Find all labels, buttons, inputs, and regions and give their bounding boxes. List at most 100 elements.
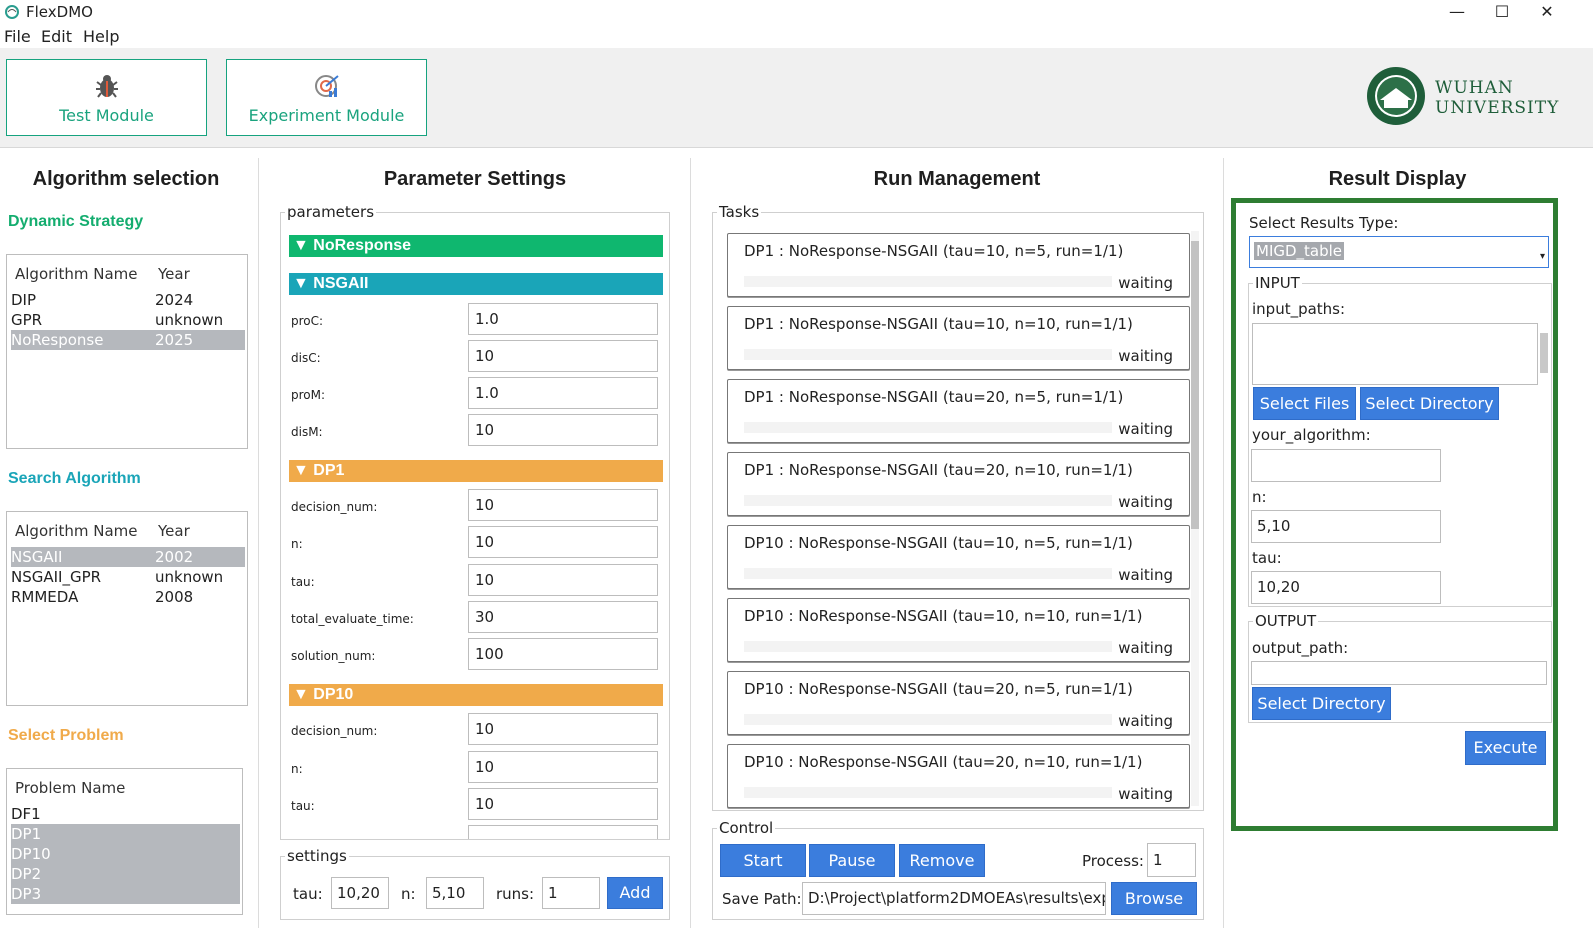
param-input[interactable]: 10: [468, 751, 658, 783]
tau-input[interactable]: 10,20: [331, 877, 389, 909]
your-algorithm-input[interactable]: [1251, 449, 1441, 482]
dp1-section-header[interactable]: ▼ DP1: [289, 460, 663, 482]
noresponse-section-header[interactable]: ▼ NoResponse: [289, 235, 663, 257]
save-path-label: Save Path:: [722, 890, 802, 908]
output-path-input[interactable]: [1251, 661, 1547, 685]
task-name: DP1 : NoResponse-NSGAII (tau=10, n=10, r…: [744, 315, 1133, 333]
result-display-panel: Select Results Type: MIGD_table ▾ input_…: [1231, 198, 1558, 831]
list-item[interactable]: DP3: [11, 884, 240, 904]
list-item[interactable]: DP10: [11, 844, 240, 864]
param-input[interactable]: 1.0: [468, 303, 658, 335]
task-status: waiting: [1118, 785, 1173, 803]
param-input[interactable]: 10: [468, 713, 658, 745]
column-header: Algorithm Name: [15, 265, 138, 283]
menu-edit[interactable]: Edit: [41, 27, 72, 46]
dynamic-strategy-label: Dynamic Strategy: [8, 213, 144, 230]
list-item[interactable]: NoResponse 2025: [11, 330, 245, 350]
logo-line2: UNIVERSITY: [1435, 98, 1560, 118]
list-item[interactable]: DP2: [11, 864, 240, 884]
execute-button[interactable]: Execute: [1465, 731, 1546, 765]
close-button[interactable]: ✕: [1532, 2, 1562, 21]
task-item[interactable]: DP1 : NoResponse-NSGAII (tau=20, n=10, r…: [727, 452, 1190, 516]
task-item[interactable]: DP10 : NoResponse-NSGAII (tau=20, n=10, …: [727, 744, 1190, 808]
menu-bar: File Edit Help: [0, 24, 1593, 48]
minimize-button[interactable]: —: [1442, 2, 1472, 21]
process-label: Process:: [1082, 852, 1144, 870]
param-input[interactable]: 100: [468, 638, 658, 670]
start-button[interactable]: Start: [720, 844, 806, 877]
column-header: Algorithm Name: [15, 522, 138, 540]
param-input[interactable]: 10: [468, 489, 658, 521]
param-input[interactable]: [468, 825, 658, 839]
list-item[interactable]: RMMEDA 2008: [11, 587, 245, 607]
results-type-select[interactable]: MIGD_table ▾: [1249, 236, 1549, 268]
task-progress-bar: [744, 349, 1112, 360]
task-item[interactable]: DP10 : NoResponse-NSGAII (tau=10, n=5, r…: [727, 525, 1190, 589]
param-input[interactable]: 10: [468, 526, 658, 558]
param-label: n:: [291, 762, 303, 776]
process-input[interactable]: 1: [1147, 843, 1196, 877]
experiment-module-button[interactable]: Experiment Module: [226, 59, 427, 136]
list-item[interactable]: DF1: [11, 804, 240, 824]
column-header: Year: [158, 265, 190, 283]
n-label: n:: [401, 885, 416, 903]
nsgaii-section-header[interactable]: ▼ NSGAII: [289, 273, 663, 295]
task-item[interactable]: DP1 : NoResponse-NSGAII (tau=10, n=10, r…: [727, 306, 1190, 370]
list-item[interactable]: DIP 2024: [11, 290, 245, 310]
task-progress-bar: [744, 422, 1112, 433]
param-label: total_evaluate_time:: [291, 612, 414, 626]
algorithm-year: 2025: [155, 331, 194, 349]
remove-button[interactable]: Remove: [899, 844, 985, 877]
output-select-directory-button[interactable]: Select Directory: [1252, 687, 1391, 720]
n-input[interactable]: 5,10: [1251, 510, 1441, 543]
tasks-scrollbar[interactable]: [1191, 231, 1199, 806]
task-status: waiting: [1118, 493, 1173, 511]
search-algorithm-list[interactable]: Algorithm Name Year NSGAII 2002 NSGAII_GP…: [6, 511, 248, 706]
param-input[interactable]: 10: [468, 788, 658, 820]
param-input[interactable]: 10: [468, 564, 658, 596]
save-path-input[interactable]: D:\Project\platform2DMOEAs\results\exp: [802, 882, 1106, 915]
task-progress-bar: [744, 787, 1112, 798]
input-paths-field[interactable]: [1252, 323, 1538, 385]
add-button[interactable]: Add: [607, 877, 663, 909]
param-input[interactable]: 10: [468, 340, 658, 372]
select-directory-button[interactable]: Select Directory: [1360, 387, 1499, 420]
algorithm-selection-title: Algorithm selection: [32, 168, 220, 190]
maximize-button[interactable]: ☐: [1487, 2, 1517, 21]
problem-list[interactable]: Problem Name DF1 DP1 DP10 DP2 DP3: [6, 768, 243, 915]
dynamic-strategy-list[interactable]: Algorithm Name Year DIP 2024 GPR unknown N…: [6, 254, 248, 449]
runs-input[interactable]: 1: [542, 877, 600, 909]
dp10-section-header[interactable]: ▼ DP10: [289, 684, 663, 706]
menu-file[interactable]: File: [4, 27, 31, 46]
task-item[interactable]: DP1 : NoResponse-NSGAII (tau=20, n=5, ru…: [727, 379, 1190, 443]
result-display-title: Result Display: [1328, 168, 1467, 190]
param-label: proM:: [291, 388, 326, 402]
input-paths-scrollbar[interactable]: [1539, 323, 1549, 385]
algorithm-name: DIP: [11, 291, 37, 309]
menu-help[interactable]: Help: [83, 27, 119, 46]
list-item[interactable]: NSGAII 2002: [11, 547, 245, 567]
tau-input[interactable]: 10,20: [1251, 571, 1441, 604]
chevron-down-icon: ▾: [1539, 251, 1545, 262]
algorithm-name: GPR: [11, 311, 43, 329]
column-header: Problem Name: [15, 779, 126, 797]
param-input[interactable]: 10: [468, 414, 658, 446]
task-item[interactable]: DP10 : NoResponse-NSGAII (tau=10, n=10, …: [727, 598, 1190, 662]
list-item[interactable]: NSGAII_GPR unknown: [11, 567, 245, 587]
task-name: DP1 : NoResponse-NSGAII (tau=20, n=10, r…: [744, 461, 1133, 479]
bug-icon: [96, 75, 118, 98]
test-module-button[interactable]: Test Module: [6, 59, 207, 136]
task-item[interactable]: DP1 : NoResponse-NSGAII (tau=10, n=5, ru…: [727, 233, 1190, 297]
logo-line1: WUHAN: [1435, 78, 1514, 98]
n-input[interactable]: 5,10: [426, 877, 484, 909]
pause-button[interactable]: Pause: [809, 844, 895, 877]
param-input[interactable]: 30: [468, 601, 658, 633]
task-status: waiting: [1118, 712, 1173, 730]
param-input[interactable]: 1.0: [468, 377, 658, 409]
list-item[interactable]: DP1: [11, 824, 240, 844]
list-item[interactable]: GPR unknown: [11, 310, 245, 330]
search-algorithm-label: Search Algorithm: [8, 470, 141, 487]
browse-button[interactable]: Browse: [1111, 882, 1197, 915]
task-item[interactable]: DP10 : NoResponse-NSGAII (tau=20, n=5, r…: [727, 671, 1190, 735]
select-files-button[interactable]: Select Files: [1253, 387, 1356, 420]
